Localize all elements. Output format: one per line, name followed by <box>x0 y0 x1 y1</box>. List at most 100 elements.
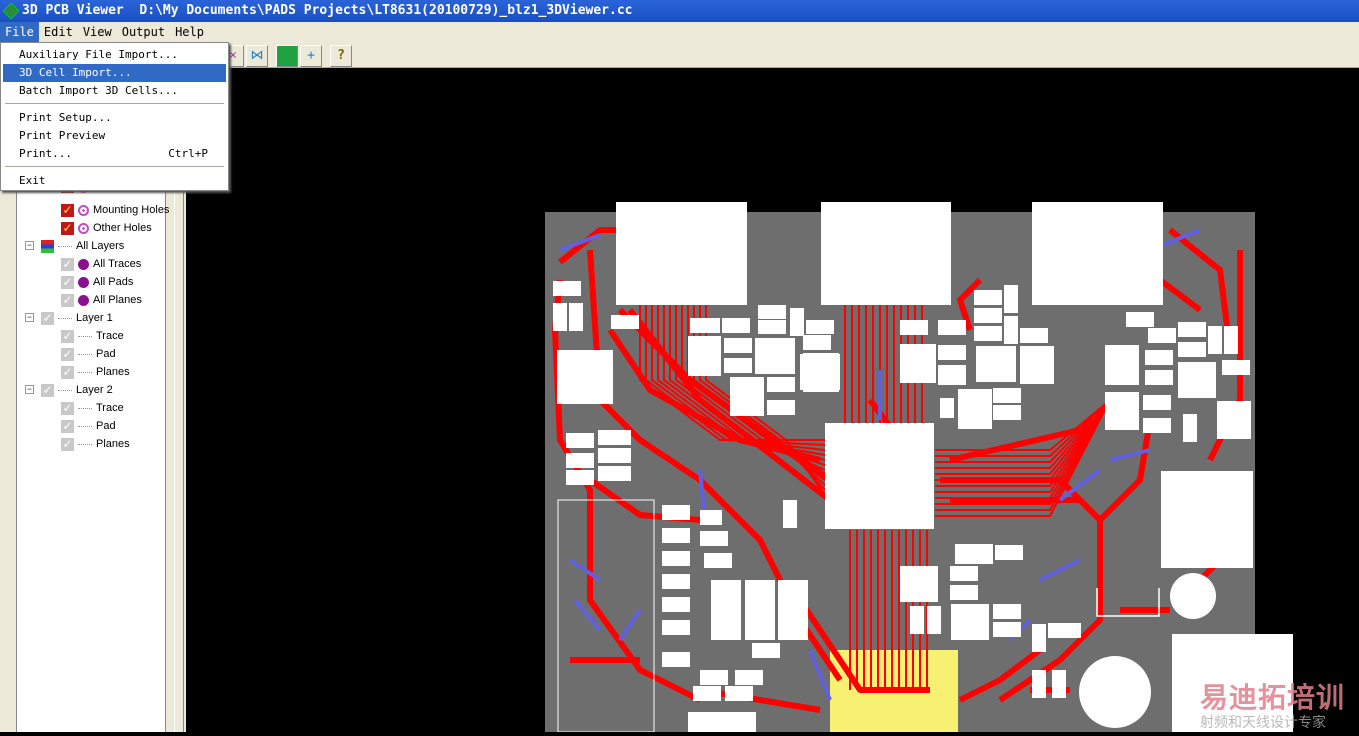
tree-item[interactable]: ✓ Pad <box>61 417 116 435</box>
tree-item[interactable]: ✓ Pad <box>61 345 116 363</box>
checkbox[interactable]: ✓ <box>61 203 74 217</box>
help-icon[interactable]: ? <box>330 45 352 67</box>
pad <box>993 622 1021 637</box>
pcb-canvas[interactable] <box>186 68 1359 733</box>
pad <box>974 326 1002 341</box>
zoom-extents-icon[interactable]: ⋈ <box>246 45 268 67</box>
pad <box>1217 401 1251 439</box>
pad <box>662 551 690 566</box>
target-icon <box>78 204 89 216</box>
pad <box>690 318 720 333</box>
checkbox[interactable]: ✓ <box>61 275 74 289</box>
collapse-icon[interactable]: − <box>25 241 34 250</box>
pad <box>938 320 966 335</box>
menu-item-print-setup[interactable]: Print Setup... <box>3 109 226 127</box>
tree-item[interactable]: ✓ Mounting Holes <box>61 201 169 219</box>
tree-item-label: Pad <box>96 420 116 432</box>
menu-item-batch-import[interactable]: Batch Import 3D Cells... <box>3 82 226 100</box>
pad <box>724 358 752 373</box>
tree-item[interactable]: ✓ All Planes <box>61 291 142 309</box>
checkbox[interactable]: ✓ <box>61 419 74 433</box>
pad <box>950 566 978 581</box>
pad <box>755 338 795 374</box>
tree-item[interactable]: − All Layers <box>25 237 124 255</box>
checkbox[interactable]: ✓ <box>61 401 74 415</box>
menu-item-print[interactable]: Print... Ctrl+P <box>3 145 226 163</box>
collapse-icon[interactable]: − <box>25 385 34 394</box>
tree-item-label: All Planes <box>93 294 142 306</box>
pad <box>662 505 690 520</box>
pad <box>821 202 951 305</box>
tree-item[interactable]: ✓ Planes <box>61 363 130 381</box>
layers-icon[interactable] <box>41 239 54 253</box>
zoom-window-icon[interactable] <box>276 45 298 67</box>
pad <box>1020 346 1054 384</box>
pad <box>927 606 941 634</box>
watermark-subtitle: 射频和天线设计专家 <box>1200 715 1326 731</box>
tree-item[interactable]: ✓ Planes <box>61 435 130 453</box>
tree-item[interactable]: ✓ Trace <box>61 399 124 417</box>
checkbox[interactable]: ✓ <box>61 329 74 343</box>
menu-item-exit[interactable]: Exit <box>3 172 226 190</box>
pad <box>688 712 756 732</box>
menu-item-auxiliary-file-import[interactable]: Auxiliary File Import... <box>3 46 226 64</box>
checkbox[interactable]: ✓ <box>61 257 74 271</box>
pad <box>725 686 753 701</box>
pad <box>693 686 721 701</box>
pad <box>662 597 690 612</box>
pad <box>910 606 924 634</box>
menu-help[interactable]: Help <box>170 22 209 42</box>
pad <box>800 354 840 390</box>
menu-output[interactable]: Output <box>117 22 170 42</box>
pad <box>1032 624 1046 652</box>
zoom-in-icon[interactable]: + <box>300 45 322 67</box>
checkbox[interactable]: ✓ <box>41 383 54 397</box>
tree-connector <box>58 317 72 319</box>
checkbox[interactable]: ✓ <box>41 311 54 325</box>
pad <box>993 604 1021 619</box>
menu-separator <box>5 103 224 104</box>
checkbox[interactable]: ✓ <box>61 347 74 361</box>
tree-item[interactable]: ✓ Trace <box>61 327 124 345</box>
pad <box>598 448 631 463</box>
print-label: Print... <box>19 147 72 160</box>
pad <box>566 470 594 485</box>
tree-item-label: All Pads <box>93 276 134 288</box>
checkbox[interactable]: ✓ <box>61 365 74 379</box>
pcb-board-view <box>545 202 1293 733</box>
pad <box>1148 328 1176 343</box>
pad <box>662 528 690 543</box>
pad <box>1178 362 1216 398</box>
mounting-hole <box>1079 656 1151 728</box>
menu-view[interactable]: View <box>78 22 117 42</box>
pad <box>688 336 721 376</box>
menu-item-3d-cell-import[interactable]: 3D Cell Import... <box>3 64 226 82</box>
menu-edit[interactable]: Edit <box>39 22 78 42</box>
menu-item-print-preview[interactable]: Print Preview <box>3 127 226 145</box>
collapse-icon[interactable]: − <box>25 313 34 322</box>
checkbox[interactable]: ✓ <box>61 293 74 307</box>
pad <box>662 620 690 635</box>
checkbox[interactable]: ✓ <box>61 437 74 451</box>
mounting-hole <box>1170 573 1216 619</box>
checkbox[interactable]: ✓ <box>61 221 74 235</box>
menu-file[interactable]: File <box>0 22 39 42</box>
tree-item[interactable]: − ✓ Layer 1 <box>25 309 113 327</box>
pad <box>722 318 750 333</box>
tree-item[interactable]: ✓ All Traces <box>61 255 141 273</box>
tree-item[interactable]: ✓ All Pads <box>61 273 133 291</box>
tree-item[interactable]: ✓ Other Holes <box>61 219 152 237</box>
pad <box>730 377 764 416</box>
pad <box>553 281 581 296</box>
pad <box>938 345 966 360</box>
pad <box>1020 328 1048 343</box>
pad <box>704 553 732 568</box>
tree-item-label: Other Holes <box>93 222 152 234</box>
pad <box>995 545 1023 560</box>
pad <box>803 335 831 350</box>
pad <box>557 350 613 404</box>
pad <box>1032 670 1046 698</box>
watermark: 易迪拓培训 射频和天线设计专家 <box>1200 676 1345 732</box>
tree-item[interactable]: − ✓ Layer 2 <box>25 381 113 399</box>
tree-item-label: Planes <box>96 366 130 378</box>
